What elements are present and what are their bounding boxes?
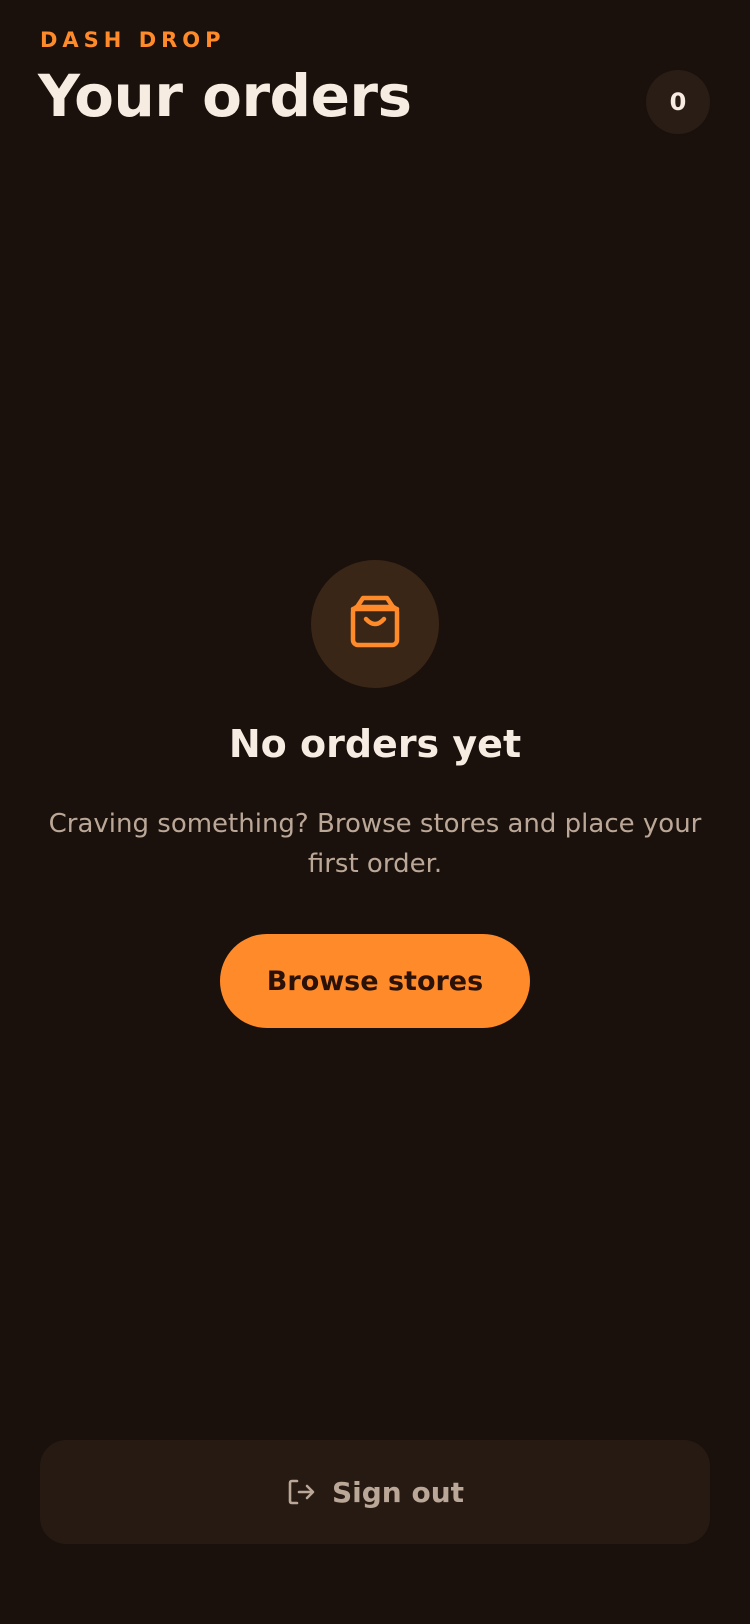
page-title: Your orders xyxy=(38,62,412,130)
sign-out-icon xyxy=(286,1477,316,1507)
empty-state: No orders yet Craving something? Browse … xyxy=(0,560,750,1028)
brand-label: DASH DROP xyxy=(40,28,226,52)
browse-stores-button[interactable]: Browse stores xyxy=(220,934,530,1028)
empty-icon-circle xyxy=(311,560,439,688)
empty-description: Craving something? Browse stores and pla… xyxy=(48,809,702,879)
empty-title: No orders yet xyxy=(228,722,522,766)
shopping-bag-icon xyxy=(349,595,401,653)
sign-out-label: Sign out xyxy=(331,1475,465,1509)
sign-out-button[interactable]: Sign out xyxy=(40,1440,710,1544)
order-count-badge: 0 xyxy=(646,70,710,134)
